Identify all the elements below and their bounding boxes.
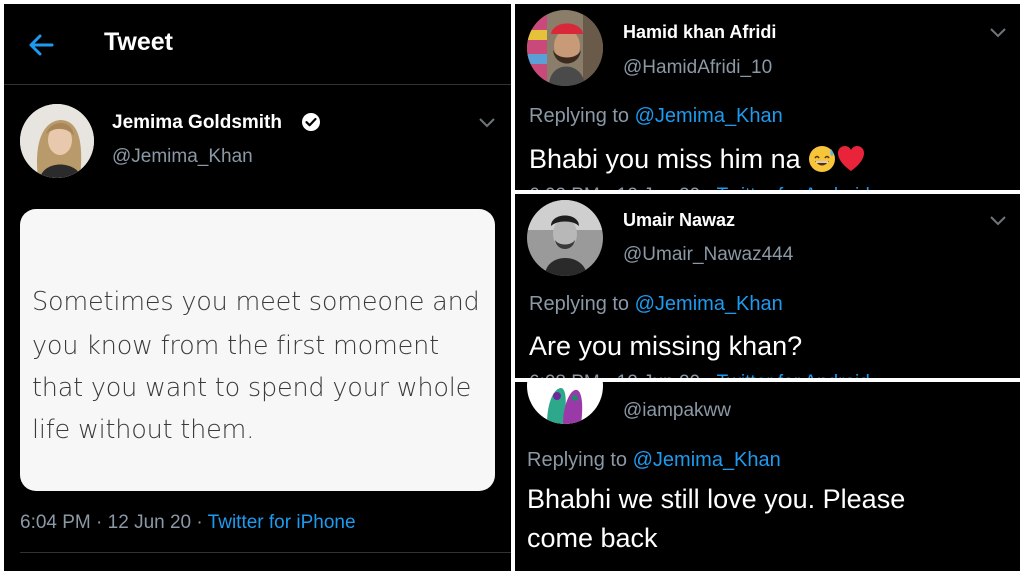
reply-text: Bhabi you miss him na xyxy=(529,144,866,175)
profile-photo-icon xyxy=(527,10,603,86)
image-text-line: life without them. xyxy=(32,415,255,445)
meta-separator: · xyxy=(196,512,208,533)
chevron-down-icon[interactable] xyxy=(478,116,496,128)
reply-meta-clipped: 6:02 PM · 12 Jun 20 · Twitter for Androi… xyxy=(529,185,870,190)
reply-author-handle[interactable]: @iampakww xyxy=(623,400,731,422)
profile-photo-icon xyxy=(20,104,94,178)
reply-panel-2: Umair Nawaz @Umair_Nawaz444 Replying to … xyxy=(515,194,1020,378)
sweat-smile-emoji-icon xyxy=(809,146,836,172)
back-arrow-icon[interactable] xyxy=(26,30,56,60)
red-heart-emoji-icon xyxy=(838,146,865,171)
avatar[interactable] xyxy=(527,10,603,86)
reply-text-content: Bhabi you miss him na xyxy=(529,144,801,174)
mention-link[interactable]: @Jemima_Khan xyxy=(635,293,783,315)
verified-badge-icon xyxy=(302,113,320,131)
avatar[interactable] xyxy=(527,200,603,276)
reply-author-handle[interactable]: @HamidAfridi_10 xyxy=(623,57,772,79)
replying-to-label: Replying to xyxy=(529,105,630,127)
reply-text-line: come back xyxy=(527,523,658,553)
reply-text-line: Bhabhi we still love you. Please xyxy=(527,484,906,514)
replying-to-label: Replying to xyxy=(527,449,628,471)
mention-link[interactable]: @Jemima_Khan xyxy=(635,105,783,127)
tweet-meta: 6:04 PM · 12 Jun 20 · Twitter for iPhone xyxy=(20,512,356,534)
tweet-date: 12 Jun 20 xyxy=(107,512,192,533)
avatar[interactable] xyxy=(527,382,603,424)
tweet-header: Tweet xyxy=(4,4,511,85)
tweet-source-link[interactable]: Twitter for iPhone xyxy=(208,512,356,533)
reply-panel-1: Hamid khan Afridi @HamidAfridi_10 Replyi… xyxy=(515,4,1020,190)
reply-meta-clipped: 6:08 PM · 12 Jun 20 · Twitter for Androi… xyxy=(529,372,870,378)
replying-to: Replying to @Jemima_Khan xyxy=(529,293,783,316)
replying-to: Replying to @Jemima_Khan xyxy=(529,105,783,128)
replying-to-label: Replying to xyxy=(529,293,630,315)
mention-link[interactable]: @Jemima_Khan xyxy=(633,449,781,471)
profile-photo-icon xyxy=(527,382,603,424)
tweet-time: 6:04 PM xyxy=(20,512,91,533)
replying-to: Replying to @Jemima_Khan xyxy=(527,449,781,472)
reply-author-name[interactable]: Hamid khan Afridi xyxy=(623,22,776,43)
author-name[interactable]: Jemima Goldsmith xyxy=(112,112,282,134)
image-text-line: you know from the first moment xyxy=(32,331,439,361)
image-text-line: Sometimes you meet someone and xyxy=(32,287,480,317)
chevron-down-icon[interactable] xyxy=(989,214,1007,226)
image-text-line: that you want to spend your whole xyxy=(32,373,472,403)
divider xyxy=(20,552,511,553)
avatar[interactable] xyxy=(20,104,94,178)
profile-photo-icon xyxy=(527,200,603,276)
main-tweet-panel: Tweet Jemima Goldsmith @Jemima_Khan Some… xyxy=(4,4,511,571)
tweet-image[interactable]: Sometimes you meet someone and you know … xyxy=(20,209,495,491)
reply-panel-3: @iampakww Replying to @Jemima_Khan Bhabh… xyxy=(515,382,1020,571)
chevron-down-icon[interactable] xyxy=(989,26,1007,38)
meta-separator: · xyxy=(96,512,108,533)
reply-author-handle[interactable]: @Umair_Nawaz444 xyxy=(623,244,793,266)
reply-author-name[interactable]: Umair Nawaz xyxy=(623,210,735,231)
page-title: Tweet xyxy=(104,28,173,56)
author-handle[interactable]: @Jemima_Khan xyxy=(112,146,253,168)
reply-text: Are you missing khan? xyxy=(529,331,803,361)
